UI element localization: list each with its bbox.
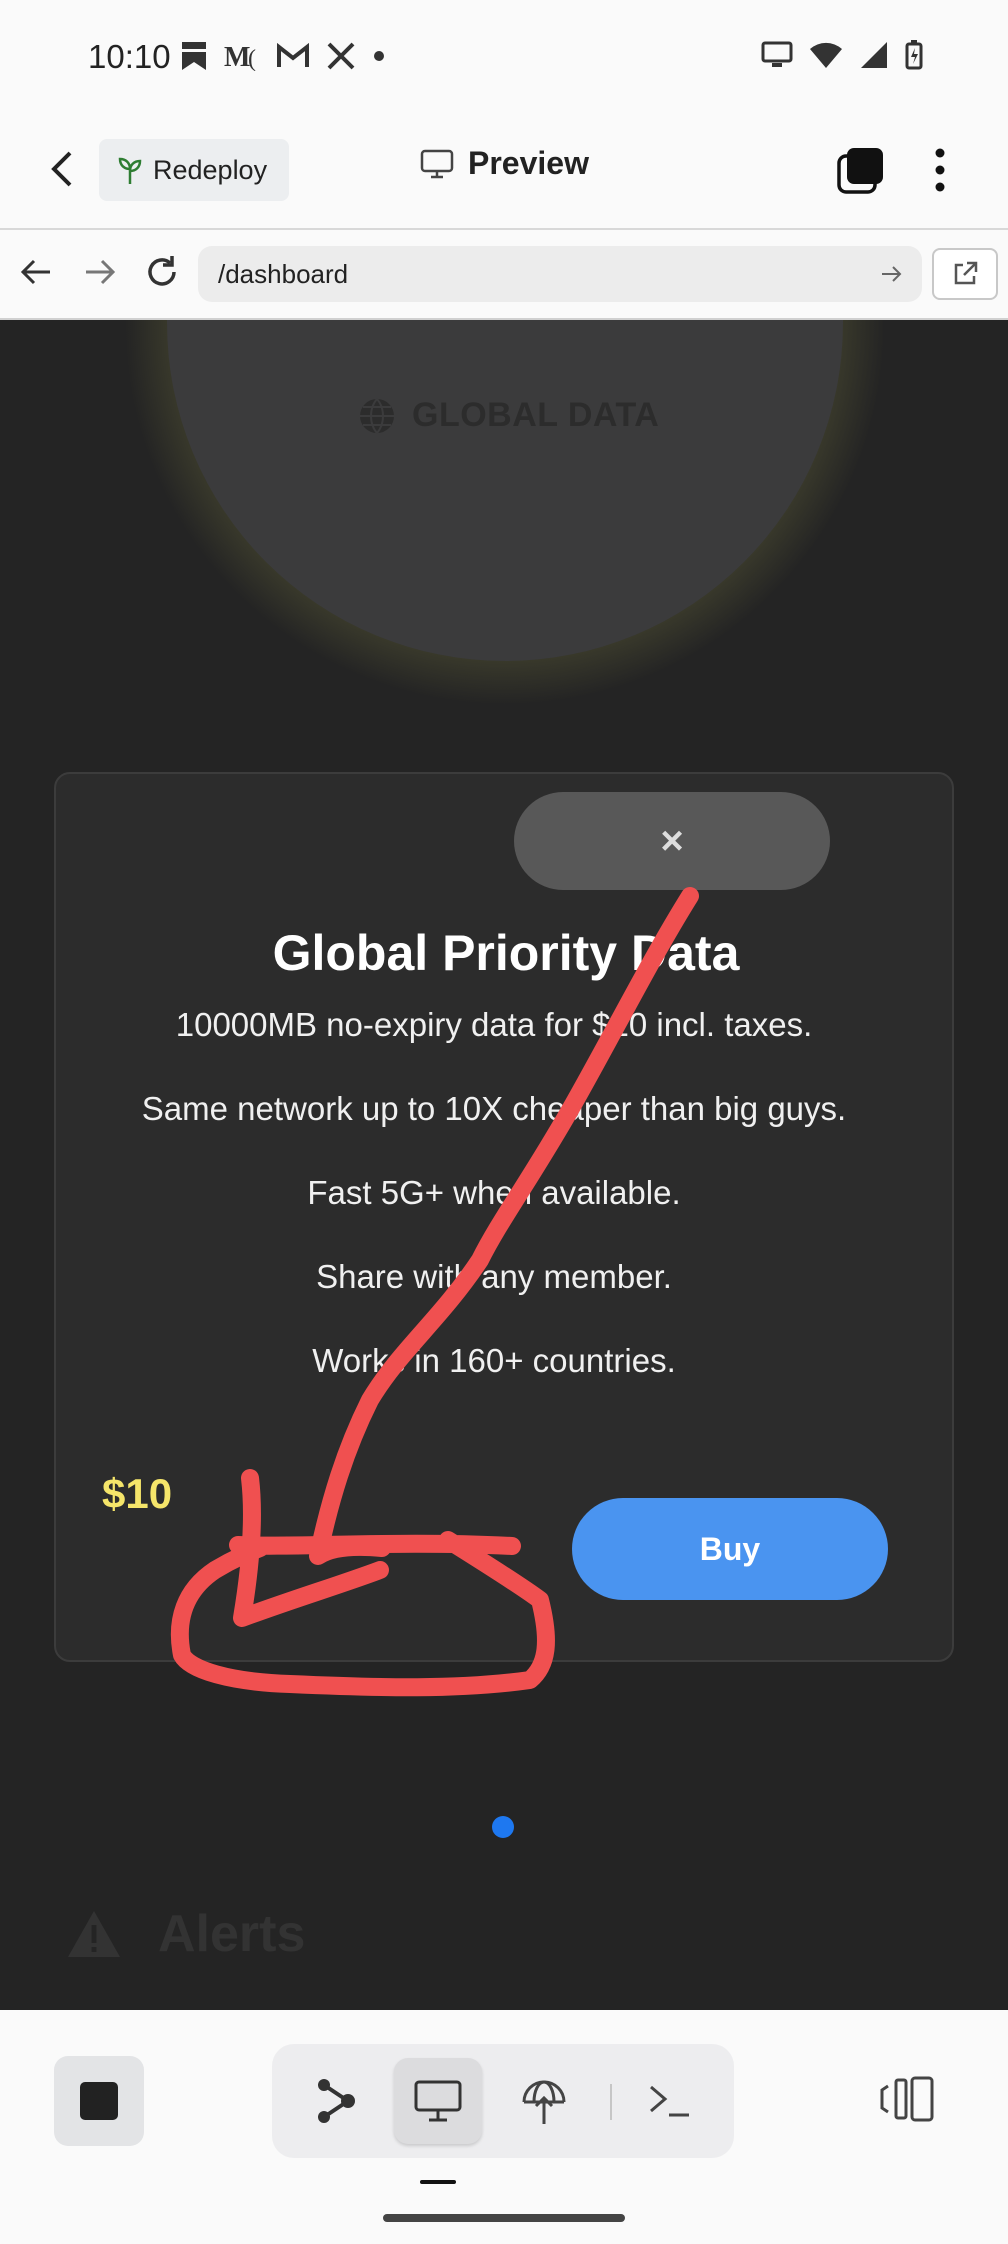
stop-button[interactable] <box>54 2056 144 2146</box>
global-data-text: GLOBAL DATA <box>412 396 660 434</box>
graph-icon <box>318 2079 355 2123</box>
bookmark-icon <box>182 42 206 70</box>
globe-icon <box>360 397 394 434</box>
status-time: 10:10 <box>88 38 171 75</box>
pager-dot[interactable] <box>492 1816 514 1838</box>
buy-button[interactable]: Buy <box>572 1498 888 1600</box>
terminal-tool[interactable] <box>626 2058 714 2144</box>
desktop-icon <box>420 149 454 178</box>
notification-icons: M( <box>180 40 386 72</box>
status-bar: 10:10 M( <box>0 0 1008 115</box>
redeploy-button[interactable]: Redeploy <box>99 139 289 201</box>
page-title: Preview <box>420 145 589 182</box>
feature-line: Works in 160+ countries. <box>312 1342 676 1379</box>
back-arrow-icon[interactable] <box>42 147 86 191</box>
browser-bar: /dashboard <box>0 230 1008 320</box>
bottom-toolbar <box>0 2010 1008 2244</box>
deploy-tool[interactable] <box>500 2058 588 2144</box>
wifi-icon <box>810 42 842 68</box>
system-icons <box>761 40 923 70</box>
feature-line: 10000MB no-expiry data for $10 incl. tax… <box>175 1006 813 1043</box>
battery-charging-icon <box>905 40 923 70</box>
go-arrow-icon[interactable] <box>878 260 906 288</box>
redeploy-label: Redeploy <box>153 154 268 185</box>
feature-line: Share with any member. <box>316 1258 672 1295</box>
close-button[interactable]: × <box>514 792 830 890</box>
more-vert-icon[interactable] <box>930 145 950 195</box>
tabs-icon[interactable] <box>836 145 886 195</box>
browser-forward-icon[interactable] <box>80 252 120 292</box>
home-gesture-bar[interactable] <box>383 2214 625 2222</box>
alerts-section-title: Alerts <box>66 1904 305 1964</box>
tool-separator <box>610 2084 612 2120</box>
deploy-icon <box>522 2080 566 2124</box>
svg-text:M: M <box>224 42 250 71</box>
gmail-icon <box>277 43 309 67</box>
dot-icon <box>374 51 384 61</box>
url-text: /dashboard <box>218 258 349 289</box>
reload-icon[interactable] <box>142 252 182 292</box>
svg-text:(: ( <box>248 46 256 71</box>
desktop-icon <box>414 2080 462 2122</box>
alerts-title: Alerts <box>158 1905 306 1963</box>
open-external-button[interactable] <box>932 248 998 300</box>
stop-icon <box>80 2082 118 2120</box>
graph-tool[interactable] <box>292 2058 380 2144</box>
desktop-tool[interactable] <box>394 2058 482 2144</box>
browser-back-icon[interactable] <box>16 252 56 292</box>
feature-line: Same network up to 10X cheaper than big … <box>141 1090 847 1127</box>
terminal-icon <box>650 2085 689 2117</box>
feature-line: Fast 5G+ when available. <box>307 1174 681 1211</box>
web-content: GLOBAL DATA × Global Priority Data 10000… <box>0 320 1008 2010</box>
price-label: $10 <box>102 1470 173 1517</box>
tool-group <box>272 2044 734 2158</box>
offer-modal: × Global Priority Data 10000MB no-expiry… <box>54 772 954 1662</box>
medium-icon: M( <box>224 42 256 71</box>
close-icon: × <box>660 818 684 863</box>
cast-icon <box>761 41 793 67</box>
sprout-icon <box>118 157 142 184</box>
open-external-icon <box>954 261 978 285</box>
split-layout-icon[interactable] <box>880 2074 936 2124</box>
signal-icon <box>861 42 887 68</box>
modal-title: Global Priority Data <box>272 925 740 981</box>
app-bar: Redeploy Preview <box>0 115 1008 230</box>
preview-title: Preview <box>468 145 589 181</box>
warning-icon <box>68 1911 120 1957</box>
global-data-label: GLOBAL DATA <box>358 396 659 435</box>
active-tab-indicator <box>420 2180 456 2184</box>
url-input[interactable]: /dashboard <box>198 246 922 302</box>
x-icon <box>327 42 355 70</box>
